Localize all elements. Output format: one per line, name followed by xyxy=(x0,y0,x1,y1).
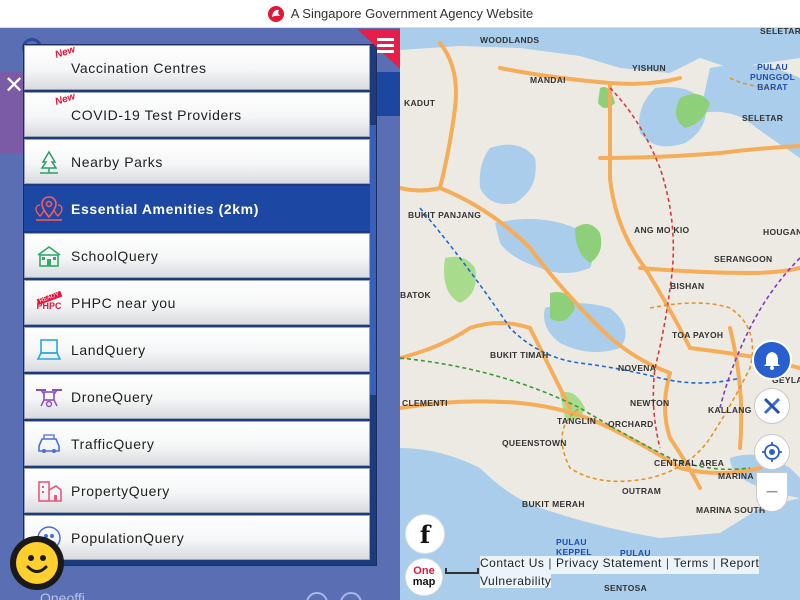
terms-link[interactable]: Terms xyxy=(673,556,708,574)
menu-item-essential-amenities[interactable]: Essential Amenities (2km) xyxy=(24,186,370,231)
zoom-out-button[interactable]: − xyxy=(756,472,788,512)
info-icon[interactable] xyxy=(306,592,328,600)
map-label: PULAU PUNGGOL BARAT xyxy=(750,62,796,92)
menu-item-covid-test-providers[interactable]: New COVID-19 Test Providers xyxy=(24,91,370,137)
map-label: CENTRAL AREA xyxy=(654,458,725,468)
menu-item-label: Essential Amenities (2km) xyxy=(71,200,259,217)
menu-item-label: PopulationQuery xyxy=(71,529,185,546)
menu-item-nearby-parks[interactable]: Nearby Parks xyxy=(24,139,370,184)
map-label: BATOK xyxy=(400,290,431,300)
menu-scrollbar[interactable] xyxy=(370,45,376,565)
menu-item-dronequery[interactable]: DroneQuery xyxy=(24,374,370,419)
map-label: WOODLANDS xyxy=(480,35,540,45)
facebook-icon: f xyxy=(419,519,431,549)
map-label: BUKIT PANJANG xyxy=(408,210,482,220)
school-icon xyxy=(33,240,65,272)
map-label: NOVENA xyxy=(618,363,657,373)
menu-item-landquery[interactable]: LandQuery xyxy=(24,327,370,372)
map-label: QUEENSTOWN xyxy=(502,438,567,448)
new-badge: New xyxy=(53,91,77,108)
menu-item-label: Vaccination Centres xyxy=(71,59,207,76)
map-label: OUTRAM xyxy=(622,486,662,496)
smiley-face-icon xyxy=(16,542,58,584)
menu-item-populationquery[interactable]: PopulationQuery xyxy=(24,515,370,560)
park-tree-icon xyxy=(33,146,65,178)
menu-scrollbar-thumb[interactable] xyxy=(370,125,376,395)
vulnerability-link[interactable]: Vulnerability xyxy=(480,574,551,588)
ruler-pencil-icon xyxy=(763,397,781,415)
onemap-logo: One map xyxy=(405,558,443,596)
map-label: MARINA SOUTH xyxy=(696,505,766,515)
hamburger-icon xyxy=(357,29,400,69)
crosshair-icon xyxy=(762,442,782,462)
map-label: KADUT xyxy=(404,98,436,108)
property-building-icon xyxy=(33,475,65,507)
map-label: BUKIT TIMAH xyxy=(490,350,549,360)
banner-text: A Singapore Government Agency Website xyxy=(290,6,534,21)
menu-item-trafficquery[interactable]: TrafficQuery xyxy=(24,421,370,466)
gov-banner: A Singapore Government Agency Website xyxy=(0,0,800,28)
traffic-car-icon xyxy=(33,428,65,460)
map-label: NEWTON xyxy=(630,398,670,408)
menu-item-label: Nearby Parks xyxy=(71,153,164,170)
menu-item-schoolquery[interactable]: SchoolQuery xyxy=(24,233,370,278)
map-label: YISHUN xyxy=(632,63,666,73)
map-view[interactable]: WOODLANDS YISHUN MANDAI PULAU PUNGGOL BA… xyxy=(400,28,800,600)
facebook-button[interactable]: f xyxy=(405,514,445,554)
settings-icon[interactable] xyxy=(340,592,362,600)
menu-item-label: LandQuery xyxy=(71,341,146,358)
menu-item-label: PropertyQuery xyxy=(71,482,170,499)
map-label: MANDAI xyxy=(530,75,566,85)
contact-us-link[interactable]: Contact Us xyxy=(480,556,544,574)
menu-item-label: TrafficQuery xyxy=(71,435,155,452)
menu-item-phpc[interactable]: READY PHPC PHPC near you xyxy=(24,280,370,325)
bell-icon xyxy=(764,352,780,370)
footer-separator: | xyxy=(665,556,670,570)
map-label: HOUGAN xyxy=(763,227,800,237)
menu-toggle-button[interactable] xyxy=(357,29,400,69)
menu-item-label: SchoolQuery xyxy=(71,247,159,264)
notification-bell-button[interactable] xyxy=(752,340,792,380)
footer-links: Contact Us | Privacy Statement | Terms |… xyxy=(480,556,774,590)
drone-icon xyxy=(33,381,65,413)
map-label: BISHAN xyxy=(670,281,705,291)
location-pins-icon xyxy=(33,193,65,225)
new-badge: New xyxy=(53,44,77,61)
map-label: SELETAR xyxy=(760,28,800,36)
footer-separator: | xyxy=(548,556,552,570)
map-label: ANG MO KIO xyxy=(634,225,690,235)
report-link[interactable]: Report xyxy=(720,556,759,574)
phpc-icon: READY PHPC xyxy=(33,287,65,319)
map-label: PULAU KEPPEL xyxy=(556,537,592,557)
map-label: SELETAR xyxy=(742,113,784,123)
locate-me-button[interactable] xyxy=(754,434,790,470)
map-label: TANGLIN xyxy=(557,416,597,426)
menu-item-vaccination-centres[interactable]: New Vaccination Centres xyxy=(24,44,370,90)
logo-map: map xyxy=(412,576,436,588)
menu-item-label: COVID-19 Test Providers xyxy=(71,106,242,123)
map-label: TOA PAYOH xyxy=(672,330,724,340)
map-scale-bar xyxy=(445,568,479,574)
map-label: MARINA xyxy=(718,471,754,481)
menu-item-propertyquery[interactable]: PropertyQuery xyxy=(24,468,370,513)
privacy-statement-link[interactable]: Privacy Statement xyxy=(556,556,662,574)
map-label: CLEMENTI xyxy=(402,398,448,408)
feedback-button[interactable] xyxy=(10,536,64,590)
measure-tool-button[interactable] xyxy=(754,388,790,424)
menu-item-label: DroneQuery xyxy=(71,388,154,405)
land-map-icon xyxy=(33,334,65,366)
services-menu: New Vaccination Centres New COVID-19 Tes… xyxy=(24,44,376,565)
menu-item-label: PHPC near you xyxy=(71,294,177,311)
map-label: SERANGOON xyxy=(714,254,773,264)
footer-separator: | xyxy=(712,556,717,570)
map-label: BUKIT MERAH xyxy=(522,499,585,509)
map-label: ORCHARD xyxy=(608,419,654,429)
singapore-lion-icon xyxy=(267,5,284,22)
map-label: KALLANG xyxy=(708,405,752,415)
panel-bottom-text: Oneoffi xyxy=(40,590,85,600)
close-icon: ✕ xyxy=(4,72,25,99)
